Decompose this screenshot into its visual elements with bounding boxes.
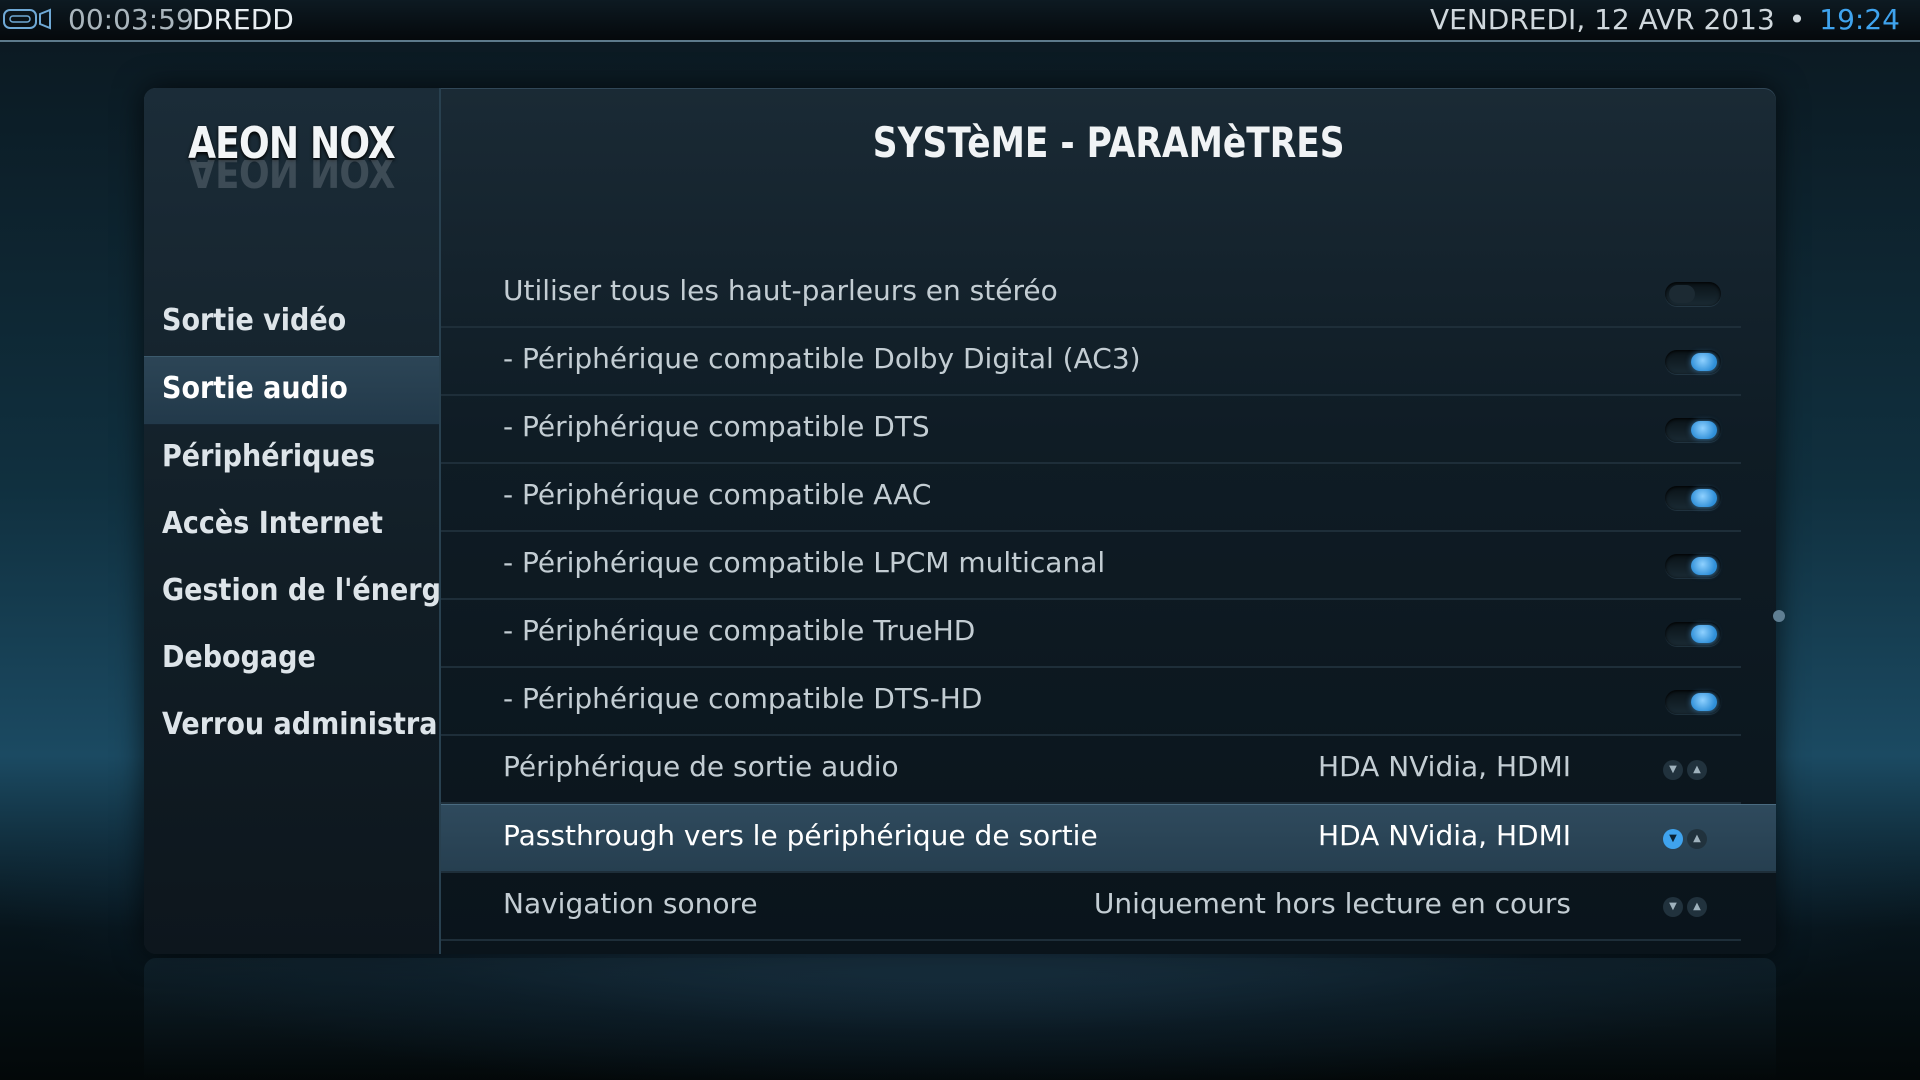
sidebar-item-sortie-audio[interactable]: Sortie audio bbox=[144, 356, 439, 425]
chevron-down-icon[interactable]: ▼ bbox=[1663, 760, 1683, 780]
setting-row-dts[interactable]: - Périphérique compatible DTS bbox=[441, 396, 1741, 464]
sidebar-item-label: Périphériques bbox=[162, 439, 376, 474]
setting-label: Périphérique de sortie audio bbox=[503, 750, 899, 783]
sidebar-item-label: Sortie audio bbox=[162, 371, 348, 406]
settings-content: SYSTèME - PARAMèTRES Utiliser tous les h… bbox=[441, 88, 1776, 954]
value-spinner: ▼ ▲ bbox=[1661, 758, 1711, 782]
chevron-down-icon[interactable]: ▼ bbox=[1663, 829, 1683, 849]
setting-label: - Périphérique compatible DTS-HD bbox=[503, 682, 983, 715]
toggle-knob bbox=[1669, 285, 1695, 303]
setting-label: - Périphérique compatible TrueHD bbox=[503, 614, 976, 647]
toggle-knob bbox=[1691, 489, 1717, 507]
setting-row-dtshd[interactable]: - Périphérique compatible DTS-HD bbox=[441, 668, 1741, 736]
setting-label: Passthrough vers le périphérique de sort… bbox=[503, 819, 1098, 852]
separator-dot: • bbox=[1788, 3, 1806, 36]
sidebar-item-label: Gestion de l'énergie bbox=[162, 573, 439, 608]
skin-logo-reflection: AEON NOX bbox=[188, 160, 395, 196]
toggle-knob bbox=[1691, 557, 1717, 575]
setting-row-audio-output-device[interactable]: Périphérique de sortie audio HDA NVidia,… bbox=[441, 736, 1741, 804]
current-time: 19:24 bbox=[1819, 3, 1900, 36]
setting-value: HDA NVidia, HDMI bbox=[1318, 750, 1571, 783]
sidebar-item-label: Accès Internet bbox=[162, 506, 383, 541]
toggle-switch[interactable] bbox=[1665, 622, 1721, 646]
setting-label: - Périphérique compatible AAC bbox=[503, 478, 932, 511]
setting-value: Uniquement hors lecture en cours bbox=[1093, 887, 1571, 920]
category-menu: Sortie vidéo Sortie audio Périphériques … bbox=[144, 289, 439, 760]
chevron-up-icon[interactable]: ▲ bbox=[1687, 760, 1707, 780]
toggle-switch[interactable] bbox=[1665, 282, 1721, 306]
toggle-knob bbox=[1691, 625, 1717, 643]
media-playback-icon bbox=[3, 8, 51, 30]
panel-reflection bbox=[144, 958, 1776, 1080]
date-time: VENDREDI, 12 AVR 2013 • 19:24 bbox=[1430, 3, 1900, 36]
setting-label: - Périphérique compatible Dolby Digital … bbox=[503, 342, 1141, 375]
value-spinner: ▼ ▲ bbox=[1661, 895, 1711, 919]
settings-list: Utiliser tous les haut-parleurs en stéré… bbox=[441, 260, 1776, 941]
page-title: SYSTèME - PARAMèTRES bbox=[441, 118, 1776, 167]
sidebar-item-acces-internet[interactable]: Accès Internet bbox=[144, 492, 439, 559]
settings-panel: AEON NOX AEON NOX Sortie vidéo Sortie au… bbox=[144, 88, 1785, 954]
now-playing-title: DREDD bbox=[192, 3, 294, 36]
sidebar-item-label: Sortie vidéo bbox=[162, 303, 347, 338]
setting-label: Navigation sonore bbox=[503, 887, 758, 920]
sidebar-item-sortie-video[interactable]: Sortie vidéo bbox=[144, 289, 439, 356]
setting-row-ac3[interactable]: - Périphérique compatible Dolby Digital … bbox=[441, 328, 1741, 396]
elapsed-time: 00:03:59 bbox=[68, 3, 194, 36]
sidebar-item-label: Debogage bbox=[162, 640, 316, 675]
chevron-up-icon[interactable]: ▲ bbox=[1687, 897, 1707, 917]
value-spinner: ▼ ▲ bbox=[1661, 827, 1711, 851]
setting-row-passthrough-device[interactable]: Passthrough vers le périphérique de sort… bbox=[441, 804, 1776, 873]
setting-row-aac[interactable]: - Périphérique compatible AAC bbox=[441, 464, 1741, 532]
sidebar-item-verrou-administrateur[interactable]: Verrou administra... bbox=[144, 693, 439, 760]
top-bar: 00:03:59 DREDD VENDREDI, 12 AVR 2013 • 19:… bbox=[0, 0, 1920, 42]
toggle-switch[interactable] bbox=[1665, 350, 1721, 374]
sidebar: AEON NOX AEON NOX Sortie vidéo Sortie au… bbox=[144, 88, 441, 954]
toggle-switch[interactable] bbox=[1665, 690, 1721, 714]
toggle-knob bbox=[1691, 421, 1717, 439]
current-date: VENDREDI, 12 AVR 2013 bbox=[1430, 3, 1775, 36]
setting-row-gui-sounds[interactable]: Navigation sonore Uniquement hors lectur… bbox=[441, 873, 1741, 941]
toggle-switch[interactable] bbox=[1665, 554, 1721, 578]
chevron-up-icon[interactable]: ▲ bbox=[1687, 829, 1707, 849]
sidebar-item-debogage[interactable]: Debogage bbox=[144, 626, 439, 693]
setting-value: HDA NVidia, HDMI bbox=[1318, 819, 1571, 852]
sidebar-item-peripheriques[interactable]: Périphériques bbox=[144, 425, 439, 492]
setting-row-stereo-upmix[interactable]: Utiliser tous les haut-parleurs en stéré… bbox=[441, 260, 1741, 328]
toggle-knob bbox=[1691, 353, 1717, 371]
sidebar-item-gestion-energie[interactable]: Gestion de l'énergie bbox=[144, 559, 439, 626]
page-title-text: SYSTèME - PARAMèTRES bbox=[872, 118, 1345, 167]
setting-label: - Périphérique compatible LPCM multicana… bbox=[503, 546, 1106, 579]
scrollbar-indicator[interactable] bbox=[1773, 610, 1785, 622]
chevron-down-icon[interactable]: ▼ bbox=[1663, 897, 1683, 917]
setting-row-lpcm[interactable]: - Périphérique compatible LPCM multicana… bbox=[441, 532, 1741, 600]
setting-row-truehd[interactable]: - Périphérique compatible TrueHD bbox=[441, 600, 1741, 668]
toggle-switch[interactable] bbox=[1665, 418, 1721, 442]
sidebar-item-label: Verrou administra... bbox=[162, 707, 439, 742]
toggle-switch[interactable] bbox=[1665, 486, 1721, 510]
toggle-knob bbox=[1691, 693, 1717, 711]
setting-label: Utiliser tous les haut-parleurs en stéré… bbox=[503, 274, 1058, 307]
setting-label: - Périphérique compatible DTS bbox=[503, 410, 930, 443]
